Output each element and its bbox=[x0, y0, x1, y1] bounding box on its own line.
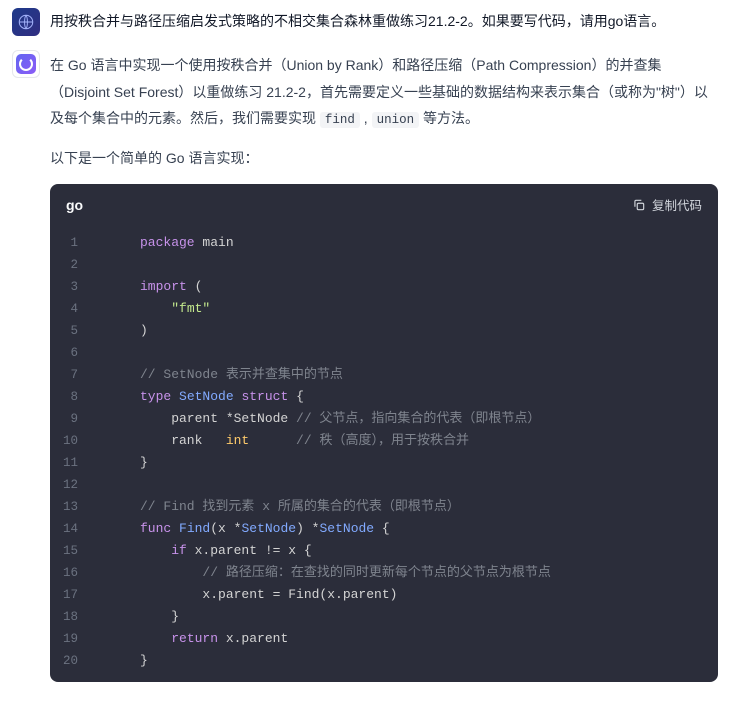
code-line: 7// SetNode 表示并查集中的节点 bbox=[50, 364, 718, 386]
globe-icon bbox=[17, 13, 35, 31]
code-text: } bbox=[96, 650, 148, 672]
code-line: 5) bbox=[50, 320, 718, 342]
bot-message-row: 在 Go 语言中实现一个使用按秩合并（Union by Rank）和路径压缩（P… bbox=[12, 50, 718, 682]
bot-message: 在 Go 语言中实现一个使用按秩合并（Union by Rank）和路径压缩（P… bbox=[50, 50, 718, 682]
bot-paragraph-1: 在 Go 语言中实现一个使用按秩合并（Union by Rank）和路径压缩（P… bbox=[50, 52, 718, 133]
code-text: // Find 找到元素 x 所属的集合的代表（即根节点） bbox=[96, 496, 460, 518]
code-line: 9 parent *SetNode // 父节点，指向集合的代表（即根节点） bbox=[50, 408, 718, 430]
line-number: 15 bbox=[50, 540, 96, 562]
line-number: 16 bbox=[50, 562, 96, 584]
code-body[interactable]: 1package main23import (4 "fmt"5)67// Set… bbox=[50, 226, 718, 682]
line-number: 1 bbox=[50, 232, 96, 254]
inline-code-find: find bbox=[320, 112, 360, 128]
code-text: } bbox=[96, 606, 179, 628]
code-line: 13// Find 找到元素 x 所属的集合的代表（即根节点） bbox=[50, 496, 718, 518]
line-number: 8 bbox=[50, 386, 96, 408]
code-text: rank int // 秩（高度），用于按秩合并 bbox=[96, 430, 469, 452]
code-line: 2 bbox=[50, 254, 718, 276]
code-text: ) bbox=[96, 320, 148, 342]
code-text: if x.parent != x { bbox=[96, 540, 312, 562]
code-text: import ( bbox=[96, 276, 202, 298]
user-message-row: 用按秩合并与路径压缩启发式策略的不相交集合森林重做练习21.2-2。如果要写代码… bbox=[12, 8, 718, 36]
code-line: 17 x.parent = Find(x.parent) bbox=[50, 584, 718, 606]
line-number: 10 bbox=[50, 430, 96, 452]
code-line: 19 return x.parent bbox=[50, 628, 718, 650]
code-text: "fmt" bbox=[96, 298, 210, 320]
line-number: 17 bbox=[50, 584, 96, 606]
line-number: 5 bbox=[50, 320, 96, 342]
inline-code-union: union bbox=[372, 112, 420, 128]
line-number: 6 bbox=[50, 342, 96, 364]
copy-icon bbox=[632, 198, 646, 212]
code-line: 10 rank int // 秩（高度），用于按秩合并 bbox=[50, 430, 718, 452]
code-line: 11} bbox=[50, 452, 718, 474]
code-line: 20} bbox=[50, 650, 718, 672]
line-number: 12 bbox=[50, 474, 96, 496]
code-block: go 复制代码 1package main23import (4 "fmt"5)… bbox=[50, 184, 718, 682]
spinner-icon bbox=[16, 54, 36, 74]
code-line: 1package main bbox=[50, 232, 718, 254]
code-text: // 路径压缩：在查找的同时更新每个节点的父节点为根节点 bbox=[96, 562, 551, 584]
user-message-text: 用按秩合并与路径压缩启发式策略的不相交集合森林重做练习21.2-2。如果要写代码… bbox=[50, 8, 718, 32]
copy-code-label: 复制代码 bbox=[652, 195, 702, 214]
code-text: x.parent = Find(x.parent) bbox=[96, 584, 397, 606]
code-line: 3import ( bbox=[50, 276, 718, 298]
code-text: parent *SetNode // 父节点，指向集合的代表（即根节点） bbox=[96, 408, 540, 430]
line-number: 3 bbox=[50, 276, 96, 298]
line-number: 9 bbox=[50, 408, 96, 430]
line-number: 14 bbox=[50, 518, 96, 540]
bot-avatar bbox=[12, 50, 40, 78]
line-number: 4 bbox=[50, 298, 96, 320]
line-number: 13 bbox=[50, 496, 96, 518]
line-number: 2 bbox=[50, 254, 96, 276]
line-number: 11 bbox=[50, 452, 96, 474]
bot-paragraph-2: 以下是一个简单的 Go 语言实现： bbox=[50, 145, 718, 172]
code-text: package main bbox=[96, 232, 234, 254]
line-number: 18 bbox=[50, 606, 96, 628]
code-line: 12 bbox=[50, 474, 718, 496]
code-line: 15 if x.parent != x { bbox=[50, 540, 718, 562]
code-language-label: go bbox=[66, 194, 83, 216]
code-line: 14func Find(x *SetNode) *SetNode { bbox=[50, 518, 718, 540]
code-line: 4 "fmt" bbox=[50, 298, 718, 320]
code-text: type SetNode struct { bbox=[96, 386, 304, 408]
code-line: 8type SetNode struct { bbox=[50, 386, 718, 408]
line-number: 20 bbox=[50, 650, 96, 672]
code-header: go 复制代码 bbox=[50, 184, 718, 226]
line-number: 7 bbox=[50, 364, 96, 386]
copy-code-button[interactable]: 复制代码 bbox=[632, 195, 702, 214]
line-number: 19 bbox=[50, 628, 96, 650]
code-text: // SetNode 表示并查集中的节点 bbox=[96, 364, 343, 386]
code-line: 6 bbox=[50, 342, 718, 364]
user-avatar bbox=[12, 8, 40, 36]
code-text: func Find(x *SetNode) *SetNode { bbox=[96, 518, 390, 540]
code-line: 16 // 路径压缩：在查找的同时更新每个节点的父节点为根节点 bbox=[50, 562, 718, 584]
code-text: } bbox=[96, 452, 148, 474]
code-text: return x.parent bbox=[96, 628, 288, 650]
code-line: 18 } bbox=[50, 606, 718, 628]
